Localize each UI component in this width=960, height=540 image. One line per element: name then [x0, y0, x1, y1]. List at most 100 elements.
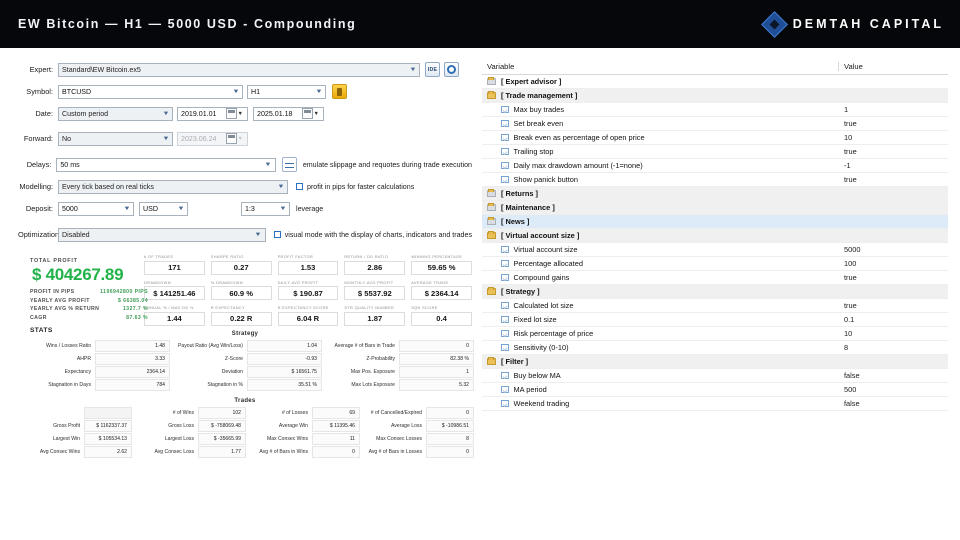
input-enabled-checkbox[interactable]	[501, 119, 509, 128]
inputs-row-value[interactable]: true	[838, 175, 948, 184]
visual-mode-checkbox[interactable]	[273, 231, 281, 238]
calendar-icon[interactable]	[301, 108, 313, 119]
folder-open-icon[interactable]	[487, 90, 496, 100]
inputs-row-value[interactable]: 0.1	[838, 315, 948, 324]
inputs-row-value[interactable]: -1	[838, 161, 948, 170]
inputs-item-row[interactable]: MA period 500	[482, 383, 948, 397]
chevron-down-icon[interactable]	[254, 232, 263, 238]
chevron-down-icon[interactable]	[314, 89, 323, 95]
inputs-row-value[interactable]: 8	[838, 343, 948, 352]
inputs-item-row[interactable]: Buy below MA false	[482, 369, 948, 383]
chevron-down-icon[interactable]	[161, 111, 170, 117]
input-enabled-checkbox[interactable]	[501, 315, 509, 324]
chevron-down-icon[interactable]	[161, 136, 170, 142]
folder-closed-icon[interactable]	[487, 76, 496, 86]
inputs-row-value[interactable]: false	[838, 399, 948, 408]
modelling-select[interactable]: Every tick based on real ticks	[58, 179, 288, 194]
inputs-item-row[interactable]: Weekend trading false	[482, 397, 948, 411]
input-enabled-checkbox[interactable]	[501, 105, 509, 114]
inputs-item-row[interactable]: Set break even true	[482, 117, 948, 131]
inputs-row-value[interactable]: 10	[838, 133, 948, 142]
input-enabled-checkbox[interactable]	[501, 259, 509, 268]
inputs-row-value[interactable]: 500	[838, 385, 948, 394]
inputs-item-row[interactable]: Risk percentage of price 10	[482, 327, 948, 341]
inputs-group-row[interactable]: [ News ]	[482, 215, 948, 229]
date-from-input[interactable]: 2019.01.01 ▼	[177, 106, 248, 121]
inputs-item-row[interactable]: Max buy trades 1	[482, 103, 948, 117]
folder-closed-icon[interactable]	[487, 216, 496, 226]
calendar-icon[interactable]	[225, 108, 237, 119]
inputs-row-value[interactable]: 5000	[838, 245, 948, 254]
input-enabled-checkbox[interactable]	[501, 147, 509, 156]
settings-gear-button[interactable]	[444, 62, 459, 77]
date-to-input[interactable]: 2025.01.18 ▼	[253, 106, 324, 121]
inputs-item-row[interactable]: Daily max drawdown amount (-1=none) -1	[482, 159, 948, 173]
inputs-row-value[interactable]: true	[838, 273, 948, 282]
chevron-down-icon[interactable]	[231, 89, 240, 95]
chevron-down-icon[interactable]	[408, 67, 417, 73]
chevron-down-icon[interactable]: ▼	[314, 111, 319, 117]
date-mode-select[interactable]: Custom period	[58, 106, 173, 121]
timeframe-select[interactable]: H1	[247, 84, 326, 99]
inputs-group-row[interactable]: [ Virtual account size ]	[482, 229, 948, 243]
optimization-select[interactable]: Disabled	[58, 227, 266, 242]
input-enabled-checkbox[interactable]	[501, 385, 509, 394]
folder-open-icon[interactable]	[487, 230, 496, 240]
ide-button[interactable]: IDE	[425, 62, 440, 77]
input-enabled-checkbox[interactable]	[501, 175, 509, 184]
chevron-down-icon[interactable]	[278, 206, 287, 212]
symbol-select[interactable]: BTCUSD	[58, 84, 243, 99]
summary-row: YEARLY AVG PROFIT $ 66385.04	[30, 298, 148, 304]
input-enabled-checkbox[interactable]	[501, 161, 509, 170]
chevron-down-icon[interactable]	[276, 184, 285, 190]
folder-open-icon[interactable]	[487, 286, 496, 296]
input-enabled-checkbox[interactable]	[501, 273, 509, 282]
table-cell-value: 2364.14	[95, 365, 170, 378]
input-enabled-checkbox[interactable]	[501, 343, 509, 352]
input-enabled-checkbox[interactable]	[501, 245, 509, 254]
profit-in-pips-checkbox[interactable]	[296, 183, 303, 190]
inputs-row-value[interactable]: 1	[838, 105, 948, 114]
folder-open-icon[interactable]	[487, 356, 496, 366]
deposit-select[interactable]: 5000	[58, 201, 134, 216]
inputs-item-row[interactable]: Sensitivity (0-10) 8	[482, 341, 948, 355]
folder-closed-icon[interactable]	[487, 188, 496, 198]
inputs-row-value[interactable]: true	[838, 119, 948, 128]
currency-select[interactable]: USD	[139, 201, 188, 216]
delays-select[interactable]: 50 ms	[56, 157, 276, 172]
inputs-group-row[interactable]: [ Returns ]	[482, 187, 948, 201]
input-enabled-checkbox[interactable]	[501, 133, 509, 142]
inputs-group-row[interactable]: [ Maintenance ]	[482, 201, 948, 215]
inputs-group-row[interactable]: [ Filter ]	[482, 355, 948, 369]
inputs-row-value[interactable]: false	[838, 371, 948, 380]
chevron-down-icon[interactable]	[264, 162, 273, 168]
folder-closed-icon[interactable]	[487, 202, 496, 212]
input-enabled-checkbox[interactable]	[501, 301, 509, 310]
inputs-item-row[interactable]: Calculated lot size true	[482, 299, 948, 313]
inputs-item-row[interactable]: Virtual account size 5000	[482, 243, 948, 257]
slider-settings-icon[interactable]	[281, 157, 297, 172]
inputs-item-row[interactable]: Trailing stop true	[482, 145, 948, 159]
inputs-row-value[interactable]: true	[838, 147, 948, 156]
inputs-row-value[interactable]: 100	[838, 259, 948, 268]
chevron-down-icon[interactable]: ▼	[238, 111, 243, 117]
inputs-row-value[interactable]: true	[838, 301, 948, 310]
leverage-select[interactable]: 1:3	[241, 201, 290, 216]
inputs-item-row[interactable]: Percentage allocated 100	[482, 257, 948, 271]
input-enabled-checkbox[interactable]	[501, 399, 509, 408]
input-enabled-checkbox[interactable]	[501, 329, 509, 338]
chevron-down-icon[interactable]	[122, 206, 131, 212]
forward-select[interactable]: No	[58, 131, 173, 146]
inputs-group-row[interactable]: [ Expert advisor ]	[482, 75, 948, 89]
inputs-row-value[interactable]: 10	[838, 329, 948, 338]
inputs-group-row[interactable]: [ Strategy ]	[482, 285, 948, 299]
inputs-item-row[interactable]: Show panick button true	[482, 173, 948, 187]
inputs-item-row[interactable]: Fixed lot size 0.1	[482, 313, 948, 327]
expert-select[interactable]: Standard\EW Bitcoin.ex5	[58, 62, 420, 77]
inputs-item-row[interactable]: Break even as percentage of open price 10	[482, 131, 948, 145]
input-enabled-checkbox[interactable]	[501, 371, 509, 380]
inputs-item-row[interactable]: Compound gains true	[482, 271, 948, 285]
inputs-group-row[interactable]: [ Trade management ]	[482, 89, 948, 103]
chevron-down-icon[interactable]	[176, 206, 185, 212]
yellow-bar-icon[interactable]	[332, 84, 347, 99]
